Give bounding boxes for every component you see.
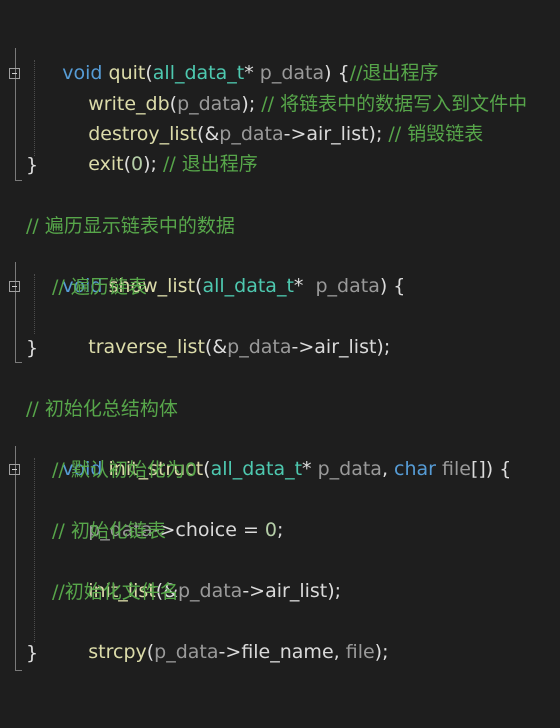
closing-brace: } xyxy=(26,154,39,176)
code-line-11[interactable]: } xyxy=(0,333,560,363)
code-line-8[interactable]: void show_list(all_data_t* p_data) { xyxy=(0,241,560,297)
comment: // 默认初始化为0 xyxy=(52,459,197,481)
code-line-17[interactable]: // 初始化链表 xyxy=(0,516,560,546)
code-line-7[interactable]: // 遍历显示链表中的数据 xyxy=(0,211,560,241)
code-line-19[interactable]: //初始化文件名 xyxy=(0,577,560,607)
code-line-20[interactable]: strcpy(p_data->file_name, file); xyxy=(0,607,560,663)
code-line-16[interactable]: p_data->choice = 0; xyxy=(0,485,560,541)
closing-brace: } xyxy=(26,642,39,664)
closing-brace: } xyxy=(26,337,39,359)
comment: // 初始化总结构体 xyxy=(26,398,178,420)
code-line-21[interactable]: } xyxy=(0,638,560,668)
code-line-2[interactable]: write_db(p_data); // 将链表中的数据写入到文件中 xyxy=(0,59,560,115)
comment: // 遍历链表 xyxy=(52,276,147,298)
code-editor[interactable]: void quit(all_data_t* p_data) {//退出程序 wr… xyxy=(0,0,560,685)
code-line-1[interactable]: void quit(all_data_t* p_data) {//退出程序 xyxy=(0,28,560,84)
comment: // 初始化链表 xyxy=(52,520,166,542)
comment: // 遍历显示链表中的数据 xyxy=(26,215,235,237)
code-line-9[interactable]: // 遍历链表 xyxy=(0,272,560,302)
code-line-14[interactable]: void init_struct(all_data_t* p_data, cha… xyxy=(0,424,560,480)
code-line-4[interactable]: exit(0); // 退出程序 xyxy=(0,119,560,175)
code-line-5[interactable]: } xyxy=(0,150,560,180)
code-line-18[interactable]: init_list(&p_data->air_list); xyxy=(0,546,560,602)
comment: //初始化文件名 xyxy=(52,581,179,603)
code-line-3[interactable]: destroy_list(&p_data->air_list); // 销毁链表 xyxy=(0,89,560,145)
code-line-15[interactable]: // 默认初始化为0 xyxy=(0,455,560,485)
code-line-13[interactable]: // 初始化总结构体 xyxy=(0,394,560,424)
code-line-10[interactable]: traverse_list(&p_data->air_list); xyxy=(0,302,560,358)
